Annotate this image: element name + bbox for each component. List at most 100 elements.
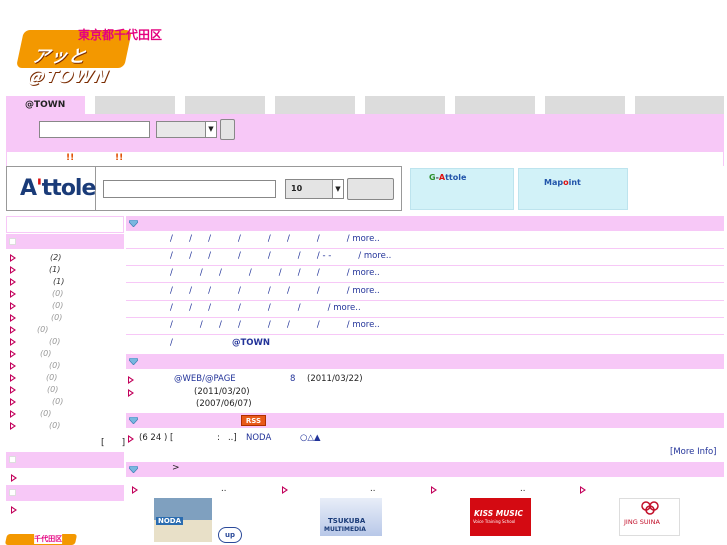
rss-noda[interactable]: NODA [246, 433, 271, 443]
sidebar-count[interactable]: (0) [49, 337, 60, 346]
sidebar-count[interactable]: (1) [53, 277, 64, 286]
tab-2[interactable] [95, 96, 175, 114]
news-title[interactable]: @WEB/@PAGE [174, 374, 236, 384]
attole-search-box: A'ttole 10 ▼ [6, 166, 402, 211]
square-icon [9, 456, 16, 463]
sidebar: (2) (1) (1) (0) (0) (0) (0) (0) (0) (0) … [4, 216, 125, 545]
sidebar-count[interactable]: (2) [50, 253, 61, 262]
category-row[interactable]: / / / / / / / / more.. [170, 234, 380, 244]
ad-dots: .. [221, 484, 227, 494]
sidebar-count[interactable]: (0) [52, 289, 63, 298]
sidebar-count[interactable]: (0) [40, 349, 51, 358]
category-row[interactable]: / / / / / / / / more.. [170, 268, 380, 278]
news-date: (2011/03/20) [194, 387, 250, 397]
arrow-icon [10, 422, 16, 430]
search-category-select[interactable]: ▼ [156, 121, 217, 138]
arrow-icon [10, 398, 16, 406]
sidebar-count[interactable]: (0) [51, 313, 62, 322]
arrow-icon [11, 506, 17, 514]
banner-kiss-label: KISS MUSIC [474, 509, 523, 518]
banner-jing-label: JING SUINA [624, 518, 660, 526]
sidebar-count[interactable]: (0) [52, 301, 63, 310]
sidebar-count[interactable]: (0) [49, 421, 60, 430]
arrow-icon [10, 314, 16, 322]
category-row[interactable]: / / / / / / / / more.. [170, 320, 380, 330]
section-header-ads: > [126, 462, 724, 477]
section-arrow[interactable]: > [172, 463, 180, 473]
footer-logo[interactable]: 千代田区 [4, 534, 78, 545]
sidebar-count[interactable]: (1) [49, 265, 60, 274]
gattole-card[interactable]: G-Attole [410, 168, 514, 210]
banner-tsukuba[interactable]: TSUKUBA MULTIMEDIA [320, 498, 382, 536]
sidebar-count[interactable]: (0) [52, 397, 63, 406]
attole-logo-a: A [20, 176, 37, 201]
chevron-down-icon: ▼ [205, 122, 216, 137]
attole-count-select[interactable]: 10 ▼ [285, 179, 344, 199]
banner-kiss-sub: Voice Training School [473, 519, 516, 524]
sidebar-count[interactable]: (0) [46, 373, 57, 382]
search-input[interactable] [39, 121, 150, 138]
attole-logo[interactable]: A'ttole [7, 167, 96, 210]
main-content: / / / / / / / / more.. / / / / / / / - -… [126, 216, 724, 545]
notice-row: !! !! [6, 152, 724, 166]
attole-search-input[interactable] [103, 180, 276, 198]
arrow-icon [10, 410, 16, 418]
sidebar-count[interactable]: (0) [37, 325, 48, 334]
banner-noda[interactable]: NODA [154, 498, 212, 542]
gem-icon [129, 466, 138, 473]
banner-kiss-music[interactable]: KISS MUSIC Voice Training School [470, 498, 531, 536]
notice-mark-1: !! [66, 153, 75, 163]
square-icon [9, 238, 16, 245]
tab-8[interactable] [635, 96, 724, 114]
tab-atown[interactable]: @TOWN [6, 96, 85, 114]
news-num: 8 [290, 374, 296, 384]
category-row[interactable]: / / / / / / / / more.. [170, 286, 380, 296]
section-header-news [126, 354, 724, 369]
square-icon [9, 489, 16, 496]
news-date: (2011/03/22) [307, 374, 363, 384]
arrow-icon [128, 376, 134, 384]
category-row[interactable]: / / / / / / / more.. [170, 303, 361, 313]
mapoint-card[interactable]: Mapoint [518, 168, 628, 210]
tab-7[interactable] [545, 96, 625, 114]
arrow-icon [128, 435, 134, 443]
gem-icon [129, 220, 138, 227]
tab-5[interactable] [365, 96, 445, 114]
section-header-rss: RSS [126, 413, 724, 428]
tab-3[interactable] [185, 96, 265, 114]
atown-row-link[interactable]: @TOWN [232, 338, 270, 348]
category-list: / / / / / / / / more.. / / / / / / / - -… [126, 232, 724, 353]
arrow-icon [132, 486, 138, 494]
banner-noda-label: NODA [156, 517, 184, 525]
arrow-icon [10, 302, 16, 310]
attole-search-button[interactable] [347, 178, 394, 200]
more-info-link[interactable]: [More Info] [670, 447, 717, 457]
sidebar-header-2 [6, 234, 124, 249]
arrow-icon [10, 278, 16, 286]
category-row[interactable]: / / / / / / / - - / more.. [170, 251, 391, 261]
news-date: (2007/06/07) [196, 399, 252, 409]
site-logo[interactable]: アッと@TOWN 東京都千代田区 [15, 26, 175, 87]
gattole-g: G [429, 173, 436, 182]
tab-4[interactable] [275, 96, 355, 114]
gem-icon [129, 358, 138, 365]
arrow-icon [11, 474, 17, 482]
sidebar-count[interactable]: (0) [47, 385, 58, 394]
arrow-icon [10, 326, 16, 334]
footer-logo-text: 千代田区 [34, 534, 63, 544]
tab-6[interactable] [455, 96, 535, 114]
sidebar-count[interactable]: (0) [49, 361, 60, 370]
rss-badge[interactable]: RSS [241, 415, 266, 426]
arrow-icon [10, 290, 16, 298]
search-band: ▼ [6, 114, 724, 152]
banner-jing-suina[interactable]: JING SUINA [619, 498, 680, 536]
up-button[interactable]: up [218, 527, 242, 543]
sidebar-bracket[interactable]: [ ] [101, 438, 125, 448]
search-button[interactable] [220, 119, 235, 140]
mapoint-rest: int [568, 178, 581, 187]
tab-bar: @TOWN [6, 96, 724, 114]
mapoint-pre: Map [544, 178, 564, 187]
sidebar-header-4 [6, 485, 124, 501]
ad-dots: .. [520, 484, 526, 494]
sidebar-count[interactable]: (0) [40, 409, 51, 418]
